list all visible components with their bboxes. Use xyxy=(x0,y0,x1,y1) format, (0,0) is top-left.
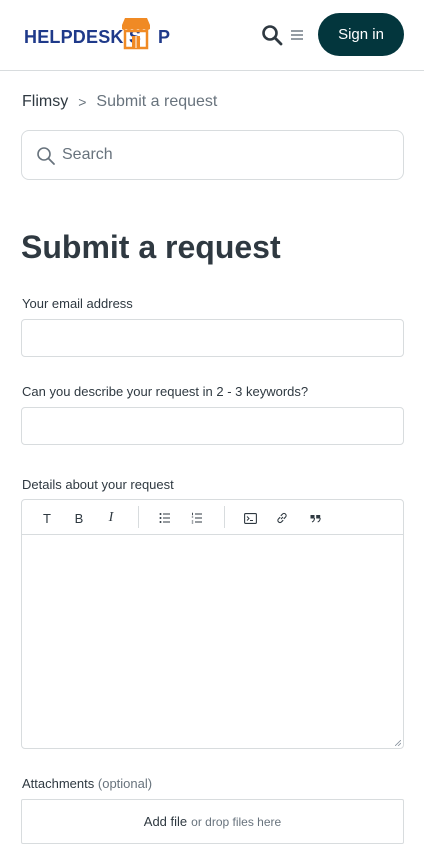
quote-button[interactable] xyxy=(306,509,324,527)
numbered-list-icon xyxy=(191,512,202,524)
breadcrumb: Flimsy > Submit a request xyxy=(22,93,217,111)
search-box xyxy=(21,130,404,180)
bulleted-list-button[interactable] xyxy=(156,509,174,527)
toolbar-divider xyxy=(224,506,225,528)
helpdesk-shop-logo[interactable]: HELPDESK SP xyxy=(24,16,170,52)
subject-label: Can you describe your request in 2 - 3 k… xyxy=(22,384,309,399)
resize-handle-icon[interactable] xyxy=(395,740,401,746)
drop-files-hint: or drop files here xyxy=(191,814,282,829)
bold-button[interactable]: B xyxy=(70,509,88,527)
file-drop-zone[interactable]: Add file or drop files here xyxy=(21,799,404,844)
details-label: Details about your request xyxy=(22,477,174,492)
email-label: Your email address xyxy=(22,296,133,311)
breadcrumb-separator: > xyxy=(78,94,87,110)
link-button[interactable] xyxy=(273,509,291,527)
email-field[interactable] xyxy=(21,319,404,357)
bulleted-list-icon xyxy=(159,513,170,523)
search-icon xyxy=(37,147,55,165)
optional-hint: (optional) xyxy=(97,776,153,791)
add-file-link[interactable]: Add file xyxy=(144,814,187,829)
search-icon[interactable] xyxy=(261,24,283,46)
editor-toolbar: T B I xyxy=(22,500,403,535)
breadcrumb-link-submit-request[interactable]: Submit a request xyxy=(96,93,217,111)
hamburger-menu-icon[interactable] xyxy=(290,28,304,42)
code-block-button[interactable] xyxy=(241,509,259,527)
page-title: Submit a request xyxy=(21,229,281,265)
link-icon xyxy=(277,513,287,523)
quote-icon xyxy=(310,514,321,522)
sign-in-button[interactable]: Sign in xyxy=(318,13,404,56)
search-input[interactable] xyxy=(62,132,392,178)
shop-icon xyxy=(122,18,150,50)
code-block-icon xyxy=(243,512,257,524)
text-format-button[interactable]: T xyxy=(38,509,56,527)
toolbar-divider xyxy=(138,506,139,528)
numbered-list-button[interactable] xyxy=(188,509,206,527)
details-editor[interactable]: T B I xyxy=(21,499,404,749)
italic-button[interactable]: I xyxy=(102,509,120,527)
breadcrumb-link-flimsy[interactable]: Flimsy xyxy=(22,93,68,111)
attachments-label: Attachments (optional) xyxy=(22,776,153,791)
site-header: HELPDESK SP Sign in xyxy=(0,0,424,71)
subject-field[interactable] xyxy=(21,407,404,445)
